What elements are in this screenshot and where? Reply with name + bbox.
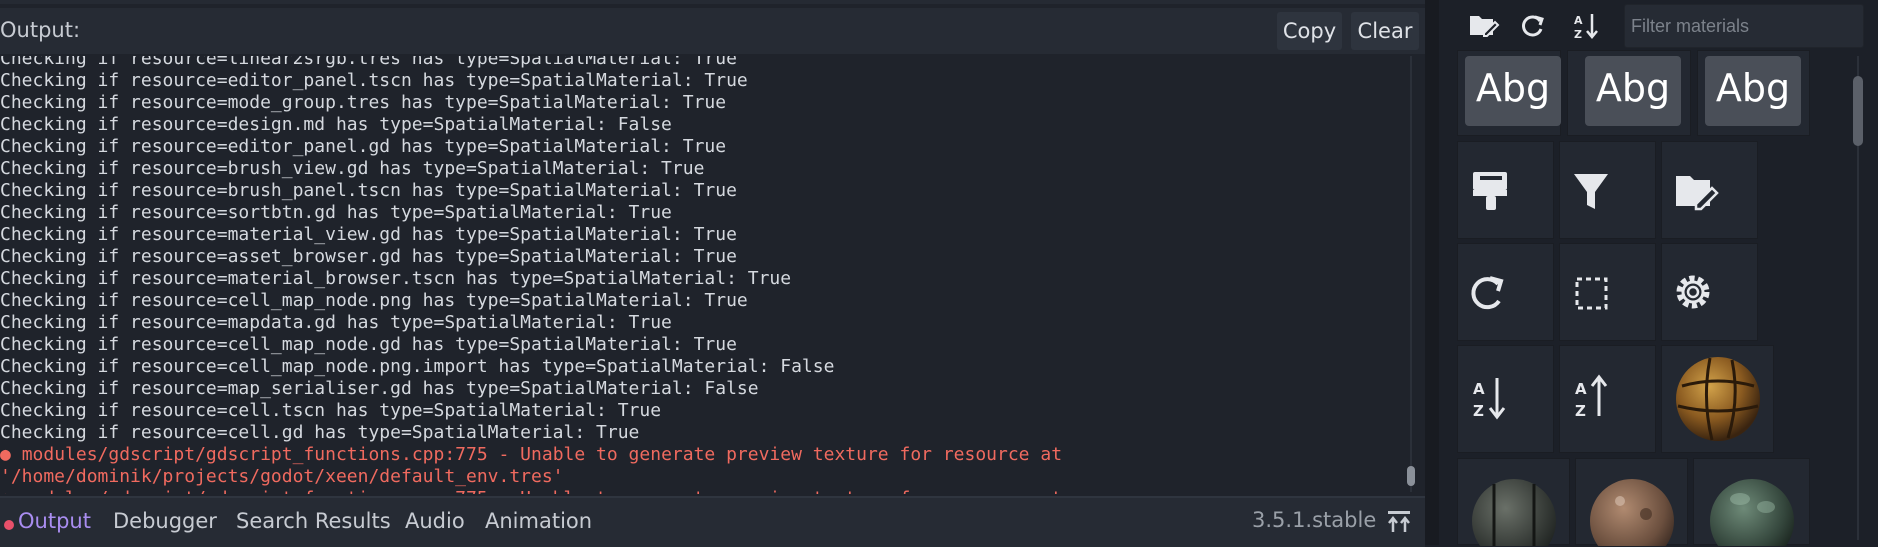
reload-icon bbox=[1471, 276, 1504, 310]
tab-debugger[interactable]: Debugger bbox=[113, 509, 217, 533]
scrollbar-track bbox=[1410, 56, 1412, 492]
svg-text:Z: Z bbox=[1473, 402, 1484, 420]
log-line: Checking if resource=map_serialiser.gd h… bbox=[0, 378, 759, 399]
material-dark-metal[interactable] bbox=[1457, 458, 1570, 546]
svg-text:A: A bbox=[1574, 14, 1583, 27]
output-title: Output: bbox=[0, 18, 81, 42]
filter-materials-input[interactable] bbox=[1624, 4, 1864, 48]
output-log[interactable]: Checking if resource=linear2srgb.tres ha… bbox=[0, 56, 1410, 494]
log-line-error: modules/gdscript/gdscript_functions.cpp:… bbox=[0, 444, 1410, 466]
material-selection[interactable] bbox=[1559, 243, 1656, 341]
material-green-stone[interactable] bbox=[1693, 458, 1810, 546]
top-strip bbox=[0, 0, 1425, 4]
folder-edit-icon[interactable] bbox=[1462, 8, 1502, 44]
output-header bbox=[0, 8, 1425, 54]
tab-audio[interactable]: Audio bbox=[405, 509, 465, 533]
log-line-error: '/home/dominik/projects/godot/xeen/defau… bbox=[0, 466, 564, 487]
svg-text:A: A bbox=[1473, 380, 1485, 398]
material-scrollbar[interactable] bbox=[1852, 56, 1864, 540]
sort-za-icon: AZ bbox=[1575, 374, 1608, 420]
svg-text:A: A bbox=[1575, 380, 1587, 398]
log-line: Checking if resource=mapdata.gd has type… bbox=[0, 312, 672, 333]
output-scrollbar[interactable] bbox=[1406, 56, 1416, 492]
log-line: Checking if resource=brush_panel.tscn ha… bbox=[0, 180, 737, 201]
selection-rect-icon bbox=[1575, 277, 1608, 310]
expand-panel-icon[interactable] bbox=[1385, 508, 1413, 536]
log-line: Checking if resource=editor_panel.gd has… bbox=[0, 136, 727, 157]
copy-button[interactable]: Copy bbox=[1277, 12, 1342, 50]
sort-az-icon[interactable]: AZ bbox=[1568, 8, 1608, 44]
reload-icon[interactable] bbox=[1513, 8, 1553, 44]
abg-preview-1: Abg bbox=[1465, 56, 1561, 126]
output-status-dot bbox=[4, 520, 14, 530]
svg-text:Z: Z bbox=[1575, 402, 1586, 420]
abg-preview-2: Abg bbox=[1585, 56, 1681, 126]
log-line: Checking if resource=cell.tscn has type=… bbox=[0, 400, 662, 421]
log-line: Checking if resource=sortbtn.gd has type… bbox=[0, 202, 672, 223]
log-line: Checking if resource=material_view.gd ha… bbox=[0, 224, 737, 245]
material-folder-edit[interactable] bbox=[1661, 141, 1758, 239]
dock-divider[interactable] bbox=[1425, 0, 1439, 545]
material-green-stone-icon bbox=[1710, 479, 1794, 546]
material-dark-metal-icon bbox=[1472, 479, 1556, 546]
material-leather-icon bbox=[1676, 357, 1760, 441]
scrollbar-thumb[interactable] bbox=[1407, 466, 1415, 486]
sort-az-icon: AZ bbox=[1473, 378, 1506, 420]
tab-animation[interactable]: Animation bbox=[485, 509, 592, 533]
gear-icon bbox=[1676, 275, 1710, 309]
material-sort-az[interactable]: AZ bbox=[1457, 345, 1554, 453]
log-line: Checking if resource=cell_map_node.png h… bbox=[0, 290, 748, 311]
log-line-error: modules/gdscript/gdscript_functions.cpp:… bbox=[0, 488, 1410, 494]
material-rock-icon bbox=[1590, 479, 1674, 546]
material-reload[interactable] bbox=[1457, 243, 1554, 341]
log-line: Checking if resource=cell_map_node.gd ha… bbox=[0, 334, 737, 355]
tab-output[interactable]: Output bbox=[18, 509, 91, 533]
log-line: Checking if resource=mode_group.tres has… bbox=[0, 92, 727, 113]
material-filter[interactable] bbox=[1559, 141, 1656, 239]
material-settings[interactable] bbox=[1661, 243, 1758, 341]
log-line: Checking if resource=brush_view.gd has t… bbox=[0, 158, 705, 179]
material-sort-za[interactable]: AZ bbox=[1559, 345, 1656, 453]
paint-roller-icon bbox=[1473, 172, 1507, 210]
log-line: Checking if resource=design.md has type=… bbox=[0, 114, 672, 135]
log-line: Checking if resource=editor_panel.tscn h… bbox=[0, 70, 748, 91]
log-line: Checking if resource=cell_map_node.png.i… bbox=[0, 356, 835, 377]
folder-edit-icon bbox=[1676, 176, 1719, 211]
svg-text:Z: Z bbox=[1574, 28, 1582, 41]
filter-icon bbox=[1574, 174, 1608, 209]
scrollbar-thumb[interactable] bbox=[1853, 76, 1863, 146]
abg-preview-3: Abg bbox=[1705, 56, 1801, 126]
log-line: Checking if resource=material_browser.ts… bbox=[0, 268, 792, 289]
tab-search-results[interactable]: Search Results bbox=[236, 509, 391, 533]
log-line: Checking if resource=cell.gd has type=Sp… bbox=[0, 422, 640, 443]
clear-button[interactable]: Clear bbox=[1351, 12, 1419, 50]
material-paint-roller[interactable] bbox=[1457, 141, 1554, 239]
material-leather[interactable] bbox=[1661, 345, 1774, 453]
material-rock[interactable] bbox=[1575, 458, 1688, 546]
log-line: Checking if resource=asset_browser.gd ha… bbox=[0, 246, 737, 267]
version-label: 3.5.1.stable bbox=[1252, 508, 1377, 532]
log-line: Checking if resource=linear2srgb.tres ha… bbox=[0, 56, 737, 69]
